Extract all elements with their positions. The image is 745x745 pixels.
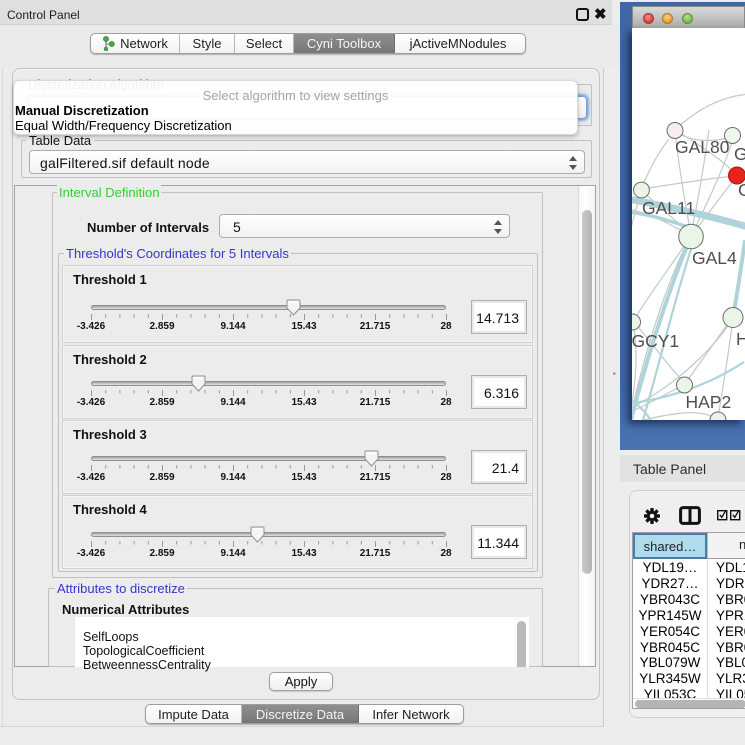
svg-text:GCY1: GCY1 bbox=[632, 331, 679, 351]
svg-text:GAL11: GAL11 bbox=[642, 198, 695, 218]
svg-text:HAP2: HAP2 bbox=[686, 392, 732, 412]
svg-text:C: C bbox=[738, 180, 745, 200]
svg-text:G..: G.. bbox=[734, 144, 745, 164]
svg-text:H: H bbox=[736, 329, 745, 349]
svg-text:GAL4: GAL4 bbox=[692, 248, 737, 268]
svg-text:GAL80: GAL80 bbox=[675, 137, 730, 157]
